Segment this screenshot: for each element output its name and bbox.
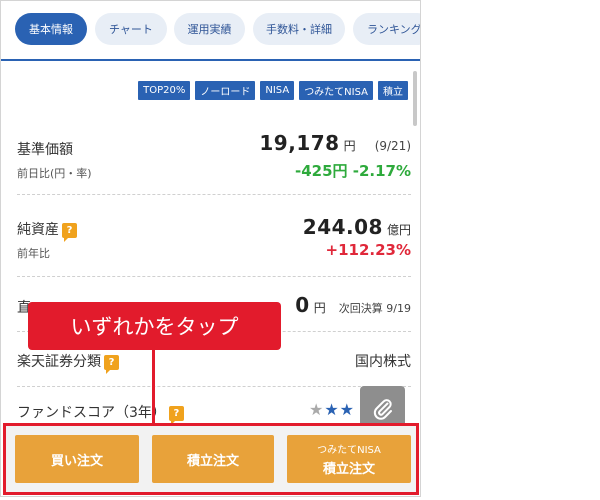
question-icon[interactable]: ? [62,222,77,242]
fund-detail-screen: 基本情報 チャート 運用実績 手数料・詳細 ランキング TOP20% ノーロード… [0,0,421,497]
dividend-value-group: 0円 次回決算 9/19 [295,293,411,317]
net-assets-label-group: 純資産? [17,219,77,242]
base-price-date: (9/21) [374,139,411,153]
dividend-unit: 円 [313,301,326,315]
star-icon: ★ [324,400,340,419]
year-change-label: 前年比 [17,247,50,260]
tab-fees-details[interactable]: 手数料・詳細 [253,13,345,45]
category-label: 楽天証券分類 [17,354,101,370]
tsumitate-nisa-order-button[interactable]: つみたてNISA 積立注文 [287,435,411,483]
scrollbar[interactable] [413,71,417,126]
tag-top20: TOP20% [138,81,191,100]
tab-chart[interactable]: チャート [95,13,167,45]
tag-nisa: NISA [260,81,295,100]
question-icon[interactable]: ? [168,405,184,425]
buy-order-button[interactable]: 買い注文 [15,435,139,483]
fund-score-label: ファンドスコア（3年） [17,405,166,421]
tab-basic-info[interactable]: 基本情報 [15,13,87,45]
buy-order-label: 買い注文 [50,453,103,469]
star-icon: ★ [339,400,355,419]
fund-score-row: ファンドスコア（3年）? ★★★ [17,397,411,425]
fund-score-label-group: ファンドスコア（3年）? [17,402,184,425]
tap-callout-text: いずれかをタップ [70,315,239,339]
tab-bar: 基本情報 チャート 運用実績 手数料・詳細 ランキング [1,1,420,57]
tap-callout: いずれかをタップ [28,302,281,350]
net-assets-row: 純資産? 244.08 億円 前年比 +112.23% [17,211,411,263]
tab-performance[interactable]: 運用実績 [174,13,245,45]
divider [17,194,411,195]
paperclip-icon [373,398,392,420]
star-icon: ★ [308,400,325,419]
base-price-value-group: 19,178 円 (9/21) [259,131,411,155]
net-assets-value-group: 244.08 億円 [303,215,411,239]
dividend-value: 0 [295,293,310,317]
fund-tags: TOP20% ノーロード NISA つみたてNISA 積立 [138,81,408,100]
tag-tsumitate: 積立 [378,81,408,100]
category-value: 国内株式 [355,354,411,370]
callout-pointer-line [152,350,155,424]
tsumitate-nisa-small-label: つみたてNISA [317,445,381,456]
year-change-value: +112.23% [325,241,411,259]
order-button-bar: 買い注文 積立注文 つみたてNISA 積立注文 [3,423,419,495]
net-assets-value: 244.08 [302,215,383,239]
fund-score-stars: ★★★ [309,400,355,419]
divider [17,386,411,387]
base-price-unit: 円 [343,139,356,153]
base-price-label: 基準価額 [17,142,73,158]
next-settlement: 次回決算 9/19 [338,302,411,315]
category-label-group: 楽天証券分類? [17,351,119,374]
tsumitate-nisa-order-label: 積立注文 [322,462,375,477]
tab-ranking[interactable]: ランキング [353,13,420,45]
net-assets-label: 純資産 [17,222,59,238]
question-icon[interactable]: ? [104,354,119,374]
tab-underline [1,59,420,61]
base-price-row: 基準価額 19,178 円 (9/21) 前日比(円・率) -425円 -2.17… [17,131,411,181]
tag-no-load: ノーロード [195,81,256,100]
base-price-value: 19,178 [259,131,340,155]
net-assets-unit: 億円 [386,223,411,237]
divider [17,276,411,277]
tag-tsumitate-nisa: つみたてNISA [299,81,373,100]
reserve-order-label: 積立注文 [186,453,239,469]
reserve-order-button[interactable]: 積立注文 [152,435,274,483]
day-change-label: 前日比(円・率) [17,167,92,180]
day-change-value: -425円 -2.17% [294,162,411,180]
